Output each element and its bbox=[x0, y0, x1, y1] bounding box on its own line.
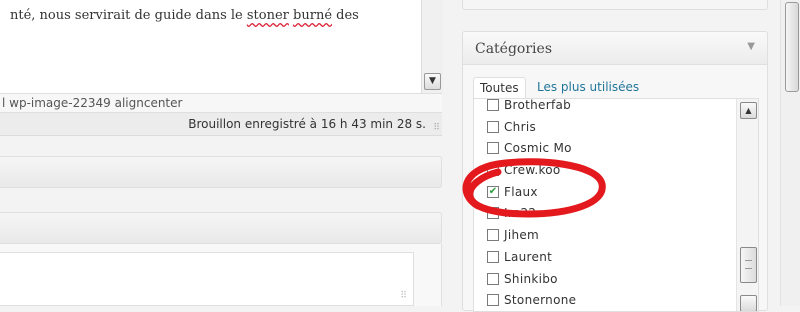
checkbox[interactable] bbox=[487, 294, 499, 307]
misspelled-word[interactable]: burné bbox=[293, 8, 332, 23]
scroll-down-icon[interactable]: ▼ bbox=[424, 73, 441, 90]
post-content-editor[interactable]: nté, nous servirait de guide dans le sto… bbox=[0, 0, 443, 94]
category-label: Chris bbox=[504, 119, 537, 134]
autosave-status: Brouillon enregistré à 16 h 43 min 28 s. bbox=[188, 117, 426, 131]
categories-title: Catégories bbox=[475, 41, 552, 57]
editor-text[interactable]: nté, nous servirait de guide dans le sto… bbox=[10, 8, 359, 23]
scroll-up-icon[interactable]: ▲ bbox=[740, 102, 757, 119]
postbox-body: ⠿ bbox=[0, 244, 442, 306]
resize-grip-icon[interactable]: ⠿ bbox=[400, 291, 407, 301]
checkbox[interactable] bbox=[487, 120, 499, 133]
collapse-toggle-icon[interactable]: ▼ bbox=[747, 41, 755, 52]
category-list-scrollbar[interactable]: ▲ bbox=[736, 99, 758, 311]
tab-all-categories[interactable]: Toutes bbox=[473, 77, 526, 99]
editor-text-segment: des bbox=[332, 8, 359, 23]
category-label: Brotherfab bbox=[504, 98, 572, 112]
checkbox[interactable] bbox=[487, 229, 499, 242]
category-label: Jihem bbox=[504, 228, 540, 243]
page-scroll-thumb[interactable] bbox=[785, 2, 799, 92]
element-path: l wp-image-22349 aligncenter bbox=[0, 94, 442, 112]
checkbox[interactable] bbox=[487, 99, 499, 111]
checkbox[interactable] bbox=[487, 142, 499, 155]
categories-box-header[interactable]: Catégories ▼ bbox=[463, 32, 767, 65]
misspelled-word[interactable]: stoner bbox=[247, 8, 289, 23]
category-label: Laurent bbox=[504, 249, 553, 264]
resize-grip-icon[interactable]: ⠿ bbox=[433, 124, 440, 133]
editor-text-segment: nté, nous servirait de guide dans le bbox=[10, 8, 247, 23]
page-scrollbar[interactable] bbox=[780, 0, 800, 306]
excerpt-textarea[interactable]: ⠿ bbox=[0, 252, 414, 306]
editor-scrollbar[interactable]: ▼ bbox=[421, 0, 443, 93]
scroll-thumb[interactable] bbox=[740, 247, 757, 283]
postbox-header[interactable] bbox=[0, 156, 442, 188]
highlight-ellipse-annotation bbox=[462, 158, 606, 218]
status-bar: Brouillon enregistré à 16 h 43 min 28 s.… bbox=[0, 112, 442, 136]
tab-most-used[interactable]: Les plus utilisées bbox=[531, 77, 645, 99]
category-label: Stonernone bbox=[504, 293, 577, 308]
category-label: Cosmic Mo bbox=[504, 141, 572, 156]
checkbox[interactable] bbox=[487, 250, 499, 263]
publish-box-bottom bbox=[462, 0, 768, 10]
postbox-header-excerpt[interactable] bbox=[0, 212, 442, 244]
scroll-down-button[interactable] bbox=[740, 295, 757, 311]
category-label: Shinkibo bbox=[504, 271, 558, 286]
checkbox[interactable] bbox=[487, 272, 499, 285]
